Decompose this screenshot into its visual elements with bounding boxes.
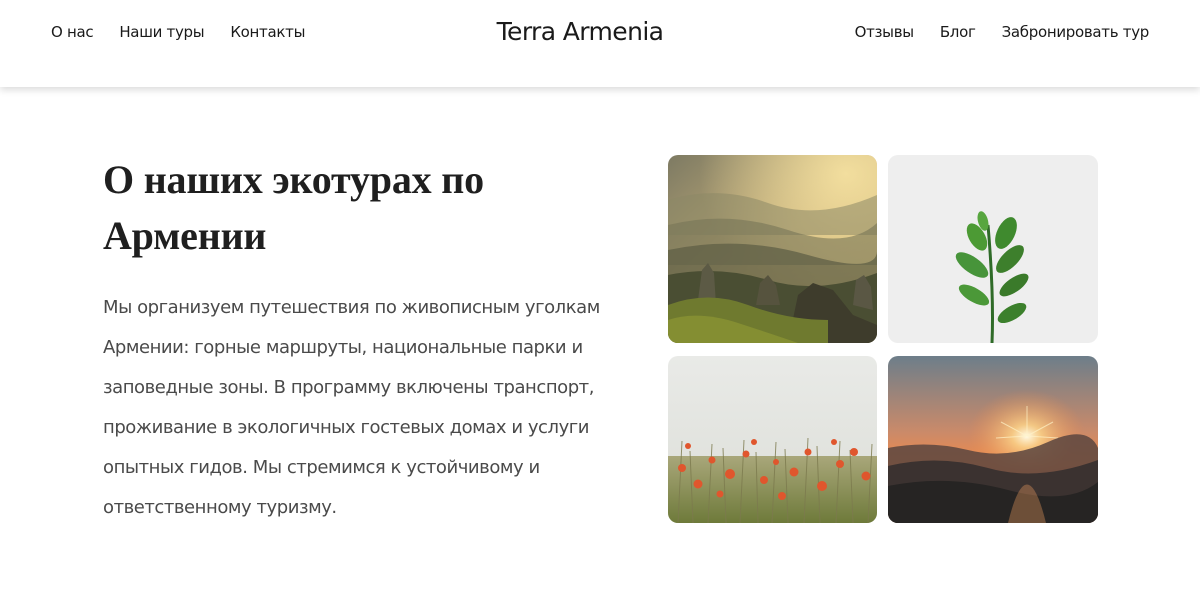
section-description: Мы организуем путешествия по живописным …: [103, 297, 600, 518]
mountain-sunset-photo: [888, 356, 1098, 523]
nav-link-book-tour[interactable]: Забронировать тур: [1002, 22, 1150, 42]
nav-link-reviews[interactable]: Отзывы: [855, 22, 915, 42]
mountain-valley-photo: [668, 155, 877, 343]
green-sprout-photo: [888, 155, 1098, 343]
poppy-field-photo: [668, 356, 877, 523]
site-header: О нас Наши туры Контакты Terra Armenia О…: [0, 0, 1200, 87]
nav-link-blog[interactable]: Блог: [940, 22, 976, 42]
nav-right: Отзывы Блог Забронировать тур: [855, 22, 1150, 42]
section-heading: О наших экотурах по Армении: [103, 157, 484, 258]
